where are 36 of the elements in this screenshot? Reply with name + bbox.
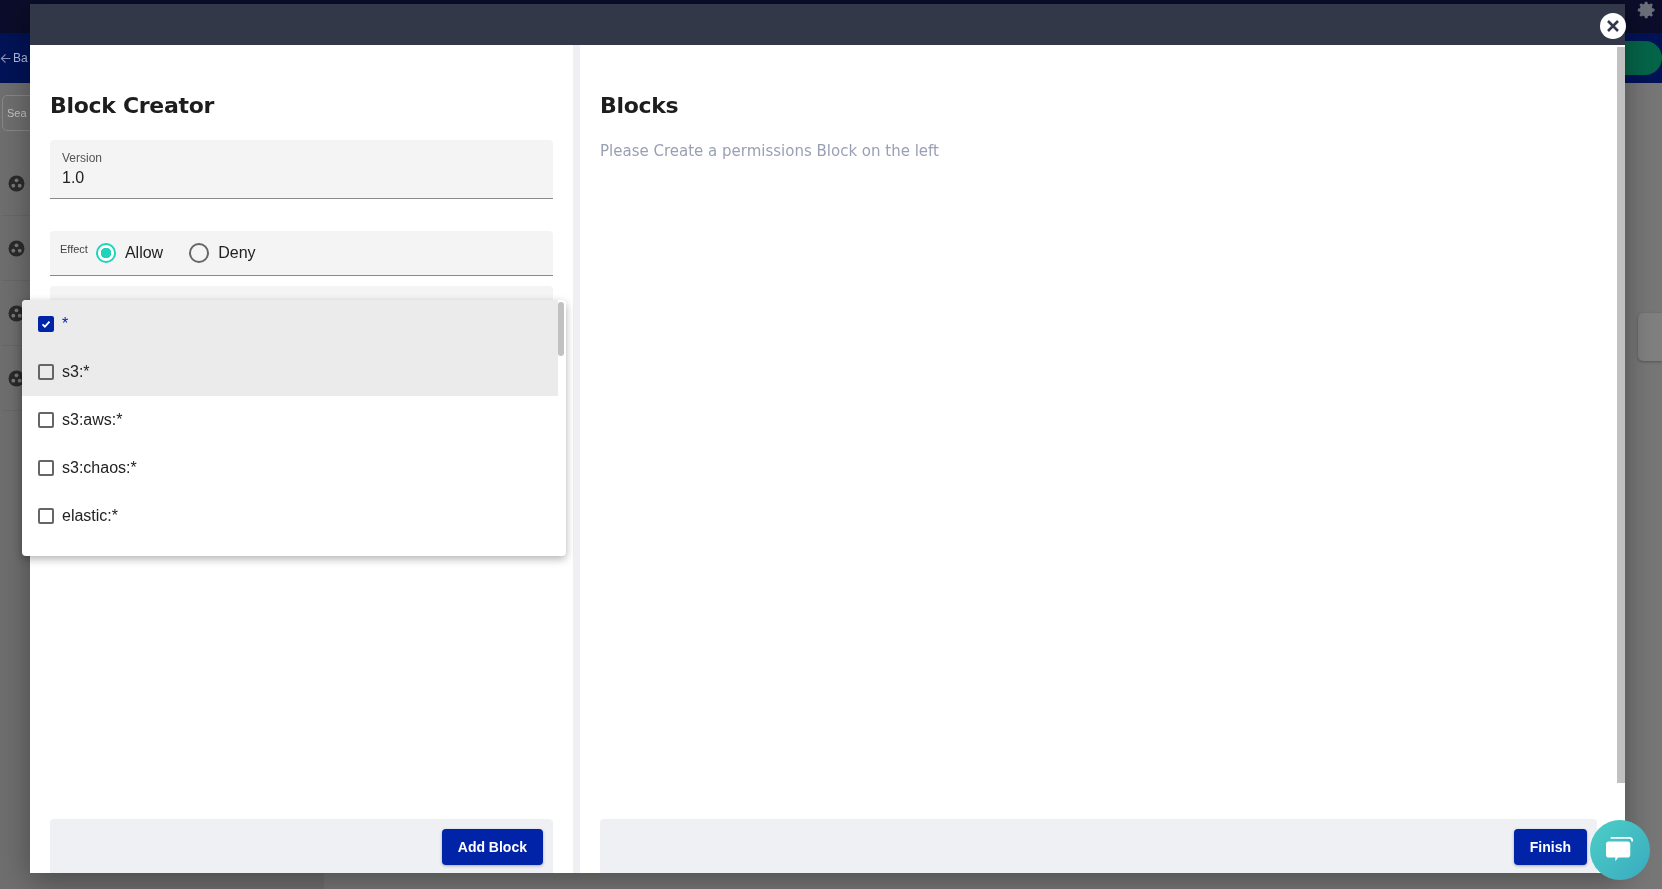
radio-label: Allow [124,244,164,262]
checkbox[interactable] [38,508,54,524]
menu-item[interactable]: s3:* [22,348,558,396]
checkbox[interactable] [38,412,54,428]
scrollbar[interactable] [1617,47,1625,783]
chat-icon [1605,836,1635,864]
field-label: Effect [60,243,88,255]
version-field[interactable]: Version 1.0 [50,140,553,199]
item-label: s3:aws:* [62,411,123,429]
checkbox[interactable] [38,460,54,476]
scrollbar[interactable] [558,302,564,356]
check-icon [40,318,52,330]
back-arrow-icon[interactable] [0,52,11,64]
checkbox[interactable] [38,316,54,332]
menu-item[interactable]: s3:chaos:* [22,444,558,492]
panel-title: Block Creator [50,93,216,118]
menu-item[interactable]: elastic:* [22,492,558,540]
empty-message: Please Create a permissions Block on the left [600,142,940,160]
radio-label: Deny [218,244,256,262]
item-label: * [62,315,69,333]
field-value: 1.0 [62,169,86,187]
finish-button[interactable]: Finish [1513,829,1587,865]
settings-icon[interactable] [1637,0,1657,20]
checkbox[interactable] [38,364,54,380]
panel-title: Blocks [600,93,680,118]
menu-item[interactable]: * [22,300,558,348]
close-icon[interactable] [1599,12,1627,40]
item-label: s3:chaos:* [62,459,137,477]
menu-item[interactable]: s3:aws:* [22,396,558,444]
back-link[interactable]: Ba [13,51,28,65]
radio-button[interactable] [95,243,116,263]
item-label: s3:* [62,363,90,381]
item-label: elastic:* [62,507,119,525]
add-block-button[interactable]: Add Block [441,829,543,865]
radio-button[interactable] [189,243,210,263]
field-label: Version [62,151,104,165]
